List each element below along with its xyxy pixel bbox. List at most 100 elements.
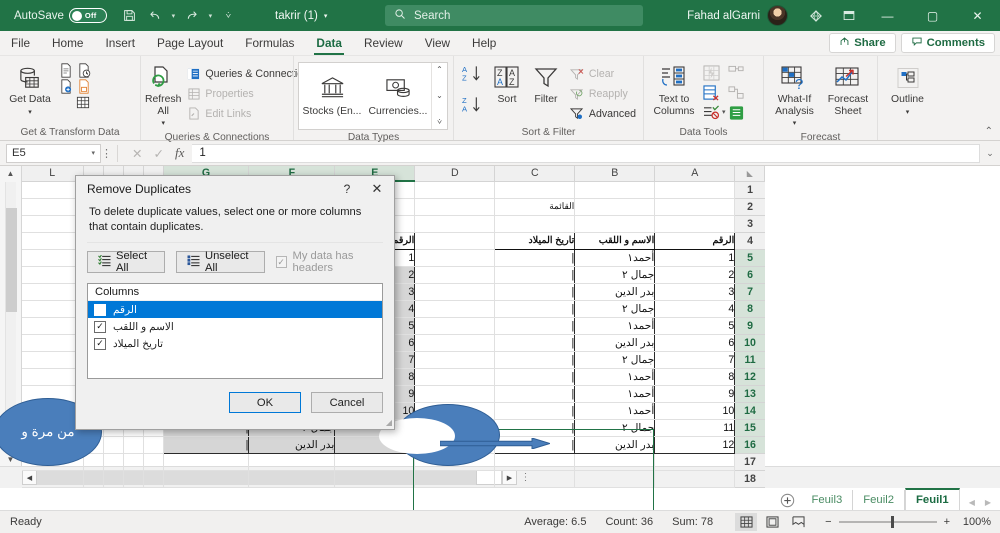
- comments-button[interactable]: Comments: [900, 33, 995, 53]
- column-checkbox[interactable]: [94, 303, 106, 316]
- cell[interactable]: [414, 351, 496, 369]
- row-header-6[interactable]: 6: [734, 266, 765, 284]
- column-checkbox[interactable]: ✓: [94, 320, 106, 333]
- cell[interactable]: [334, 453, 416, 471]
- manage-data-model-icon[interactable]: [728, 104, 746, 121]
- column-checkbox[interactable]: ✓: [94, 337, 106, 350]
- avatar[interactable]: [767, 5, 788, 26]
- cell[interactable]: [414, 249, 496, 267]
- name-box-caret-icon[interactable]: ▾: [91, 149, 95, 157]
- right-cell-name[interactable]: بدر الدين: [574, 436, 656, 454]
- cell[interactable]: [22, 351, 84, 369]
- right-cell-num[interactable]: 7: [654, 351, 736, 369]
- right-cell-num[interactable]: 2: [654, 266, 736, 284]
- row-header-3[interactable]: 3: [734, 215, 765, 233]
- filter-button[interactable]: Filter: [527, 61, 565, 106]
- cell[interactable]: [22, 317, 84, 335]
- col-header-D[interactable]: D: [414, 166, 496, 182]
- data-validation-caret-icon[interactable]: ▾: [722, 108, 726, 116]
- cell[interactable]: [22, 334, 84, 352]
- zoom-out-button[interactable]: −: [825, 516, 831, 528]
- cell[interactable]: [22, 300, 84, 318]
- sheet-nav-next-icon[interactable]: ▶: [985, 498, 991, 507]
- advanced-filter-button[interactable]: Advanced: [567, 104, 639, 123]
- dialog-help-icon[interactable]: ?: [334, 176, 360, 202]
- sort-descending-icon[interactable]: ZA: [462, 95, 483, 120]
- tab-help[interactable]: Help: [461, 31, 507, 55]
- page-layout-view-icon[interactable]: [761, 513, 783, 531]
- right-cell-birth[interactable]: |: [494, 419, 576, 437]
- document-dropdown-icon[interactable]: ▾: [324, 12, 328, 20]
- sheet-tab-feuil2[interactable]: Feuil2: [853, 490, 906, 510]
- right-table-header-number[interactable]: الرقم: [654, 231, 736, 250]
- unselect-all-button[interactable]: Unselect All: [176, 250, 265, 274]
- right-cell-birth[interactable]: |: [494, 402, 576, 420]
- cell[interactable]: [22, 266, 84, 284]
- cell[interactable]: [163, 470, 250, 488]
- sheet-tab-feuil1[interactable]: Feuil1: [905, 488, 960, 510]
- right-cell-name[interactable]: جمال ٢: [574, 266, 656, 284]
- currencies-data-type[interactable]: Currencies...: [365, 63, 431, 129]
- right-cell-name[interactable]: أحمد١: [574, 317, 656, 335]
- cancel-button[interactable]: Cancel: [311, 392, 383, 413]
- cell[interactable]: [654, 453, 736, 471]
- data-validation-icon[interactable]: [702, 104, 720, 120]
- row-header-18[interactable]: 18: [734, 470, 765, 488]
- ribbon-display-options-icon[interactable]: [832, 0, 865, 31]
- columns-listbox[interactable]: Columns الرقم ✓ الاسم و اللقب ✓ تاريخ ال…: [87, 283, 383, 379]
- right-cell-name[interactable]: بدر الدين: [574, 283, 656, 301]
- cell[interactable]: [414, 181, 496, 199]
- cell[interactable]: [574, 215, 656, 233]
- get-data-button[interactable]: Get Data ▾: [4, 61, 56, 118]
- callout-oval-middle[interactable]: [379, 404, 500, 466]
- from-text-csv-icon[interactable]: [58, 63, 73, 78]
- cell[interactable]: [143, 436, 164, 454]
- cell[interactable]: [83, 470, 104, 488]
- cell[interactable]: [248, 470, 336, 488]
- right-cell-name[interactable]: جمال ٢: [574, 351, 656, 369]
- cell[interactable]: [574, 470, 656, 488]
- autosave-toggle[interactable]: AutoSave Off: [14, 8, 107, 23]
- search-box[interactable]: Search: [385, 5, 643, 26]
- right-cell-name[interactable]: جمال ٢: [574, 300, 656, 318]
- cell[interactable]: [163, 453, 250, 471]
- cell[interactable]: [414, 283, 496, 301]
- undo-icon[interactable]: [144, 5, 166, 27]
- collapse-ribbon-icon[interactable]: ⌃: [985, 126, 993, 137]
- right-cell-birth[interactable]: |: [494, 385, 576, 403]
- cell[interactable]: [143, 470, 164, 488]
- cell[interactable]: [654, 181, 736, 199]
- right-cell-name[interactable]: بدر الدين: [574, 334, 656, 352]
- zoom-slider[interactable]: [838, 516, 937, 529]
- cell[interactable]: [414, 232, 496, 250]
- right-cell-name[interactable]: جمال ٢: [574, 419, 656, 437]
- row-header-7[interactable]: 7: [734, 283, 765, 301]
- refresh-all-button[interactable]: Refresh All ▾: [145, 61, 181, 130]
- sheet-nav-prev-icon[interactable]: ◀: [969, 498, 975, 507]
- right-cell-num[interactable]: 4: [654, 300, 736, 318]
- right-cell-birth[interactable]: |: [494, 351, 576, 369]
- autosave-switch[interactable]: Off: [68, 8, 107, 23]
- cell[interactable]: [143, 453, 164, 471]
- cell[interactable]: [414, 266, 496, 284]
- right-cell-name[interactable]: أحمد١: [574, 368, 656, 386]
- data-types-scroll[interactable]: ⌃ ⌄ ⩒: [431, 63, 447, 129]
- row-header-15[interactable]: 15: [734, 419, 765, 437]
- save-icon[interactable]: [119, 5, 141, 27]
- diamond-icon[interactable]: [799, 0, 832, 31]
- cell[interactable]: [123, 470, 144, 488]
- insert-function-icon[interactable]: fx: [175, 145, 184, 161]
- consolidate-icon[interactable]: [728, 64, 746, 81]
- row-header-12[interactable]: 12: [734, 368, 765, 386]
- flash-fill-icon[interactable]: [702, 64, 720, 81]
- zoom-slider-knob[interactable]: [890, 516, 894, 529]
- stocks-data-type[interactable]: Stocks (En...: [299, 63, 365, 129]
- row-header-14[interactable]: 14: [734, 402, 765, 420]
- left-cell-birth[interactable]: |: [162, 436, 250, 454]
- zoom-level[interactable]: 100%: [957, 516, 991, 528]
- sort-ascending-icon[interactable]: AZ: [462, 64, 483, 89]
- dialog-resize-grip[interactable]: ◢: [386, 418, 392, 427]
- tab-view[interactable]: View: [414, 31, 461, 55]
- get-data-caret-icon[interactable]: ▾: [28, 107, 32, 119]
- tab-data[interactable]: Data: [305, 31, 353, 55]
